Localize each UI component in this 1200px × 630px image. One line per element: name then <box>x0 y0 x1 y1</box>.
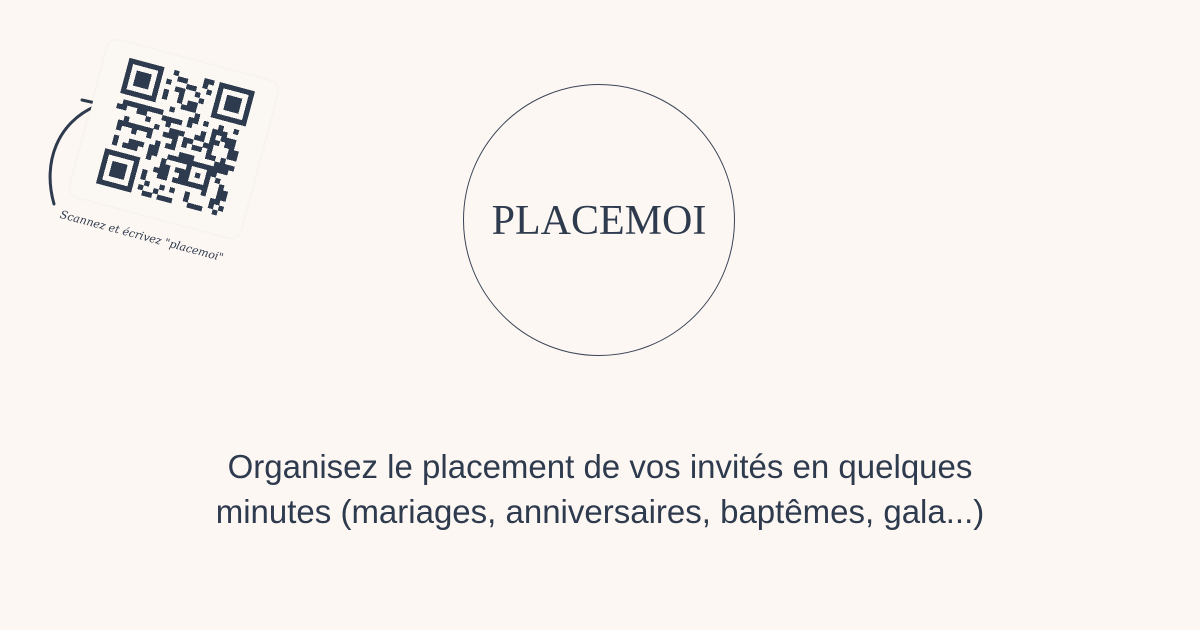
qr-code-icon <box>95 57 256 216</box>
tagline-line-2: minutes (mariages, anniversaires, baptêm… <box>215 493 985 530</box>
brand-name: PLACEMOI <box>491 198 707 244</box>
brand-logo: PLACEMOI <box>463 84 735 356</box>
tagline: Organisez le placement de vos invités en… <box>100 444 1100 534</box>
tagline-line-1: Organisez le placement de vos invités en… <box>227 448 973 485</box>
